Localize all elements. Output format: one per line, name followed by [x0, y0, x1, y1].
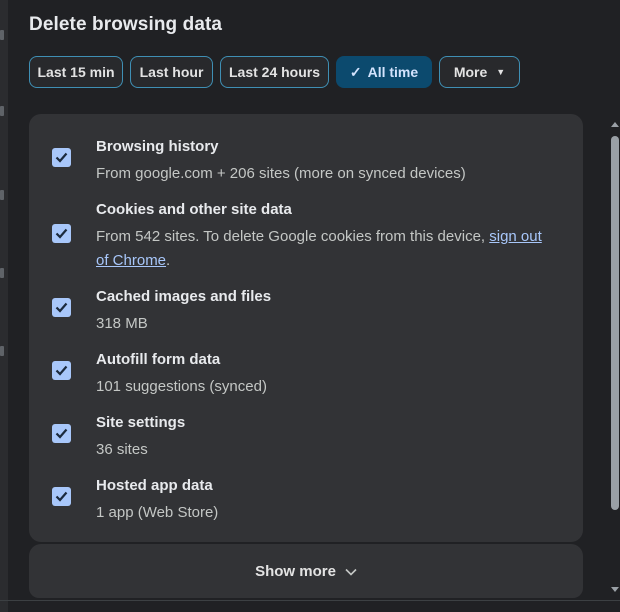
data-type-title: Cached images and files: [96, 288, 272, 305]
hosted-app-checkbox[interactable]: [52, 487, 71, 506]
divider: [0, 600, 620, 601]
cached-images-checkbox[interactable]: [52, 298, 71, 317]
autofill-checkbox[interactable]: [52, 361, 71, 380]
cookies-description-text: From 542 sites. To delete Google cookies…: [96, 228, 486, 245]
data-type-title: Browsing history: [96, 138, 219, 155]
data-type-description: 36 sites: [96, 441, 148, 458]
checkmark-icon: [55, 365, 68, 376]
chip-label: More: [453, 64, 488, 80]
site-settings-checkbox[interactable]: [52, 424, 71, 443]
data-type-title: Site settings: [96, 414, 186, 431]
scrollbar-thumb[interactable]: [611, 136, 619, 510]
caret-down-icon: ▼: [496, 67, 506, 77]
checkmark-icon: [55, 228, 68, 239]
data-type-description: From google.com + 206 sites (more on syn…: [96, 165, 466, 182]
chip-more-dropdown[interactable]: More ▼: [439, 56, 520, 88]
chip-all-time[interactable]: ✓ All time: [336, 56, 432, 88]
background-window-edge: [0, 0, 8, 612]
checkmark-icon: [55, 302, 68, 313]
checkmark-icon: [55, 491, 68, 502]
scroll-up-arrow-icon[interactable]: [611, 122, 619, 127]
data-type-title: Autofill form data: [96, 351, 221, 368]
show-more-label: Show more: [255, 562, 336, 580]
check-icon: ✓: [349, 63, 362, 80]
data-type-description: From 542 sites. To delete Google cookies…: [96, 225, 546, 273]
data-type-description: 1 app (Web Store): [96, 504, 219, 521]
browsing-history-checkbox[interactable]: [52, 148, 71, 167]
data-types-panel: Browsing history From google.com + 206 s…: [29, 114, 583, 542]
chip-label: All time: [367, 64, 419, 80]
cookies-description-end: .: [166, 252, 171, 269]
chip-label: Last 15 min: [37, 64, 115, 80]
chip-last-15-min[interactable]: Last 15 min: [29, 56, 123, 88]
scroll-down-arrow-icon[interactable]: [611, 587, 619, 592]
data-type-title: Hosted app data: [96, 477, 213, 494]
data-type-description: 318 MB: [96, 315, 148, 332]
chip-last-24-hours[interactable]: Last 24 hours: [220, 56, 329, 88]
data-type-description: 101 suggestions (synced): [96, 378, 267, 395]
chip-label: Last hour: [139, 64, 204, 80]
dialog-title: Delete browsing data: [29, 14, 223, 35]
data-type-title: Cookies and other site data: [96, 201, 292, 218]
chevron-down-icon: [345, 568, 357, 576]
show-more-button[interactable]: Show more: [29, 544, 583, 598]
chip-label: Last 24 hours: [228, 64, 321, 80]
cookies-checkbox[interactable]: [52, 224, 71, 243]
checkmark-icon: [55, 428, 68, 439]
checkmark-icon: [55, 152, 68, 163]
chip-last-hour[interactable]: Last hour: [130, 56, 213, 88]
scrollbar[interactable]: [609, 118, 620, 596]
